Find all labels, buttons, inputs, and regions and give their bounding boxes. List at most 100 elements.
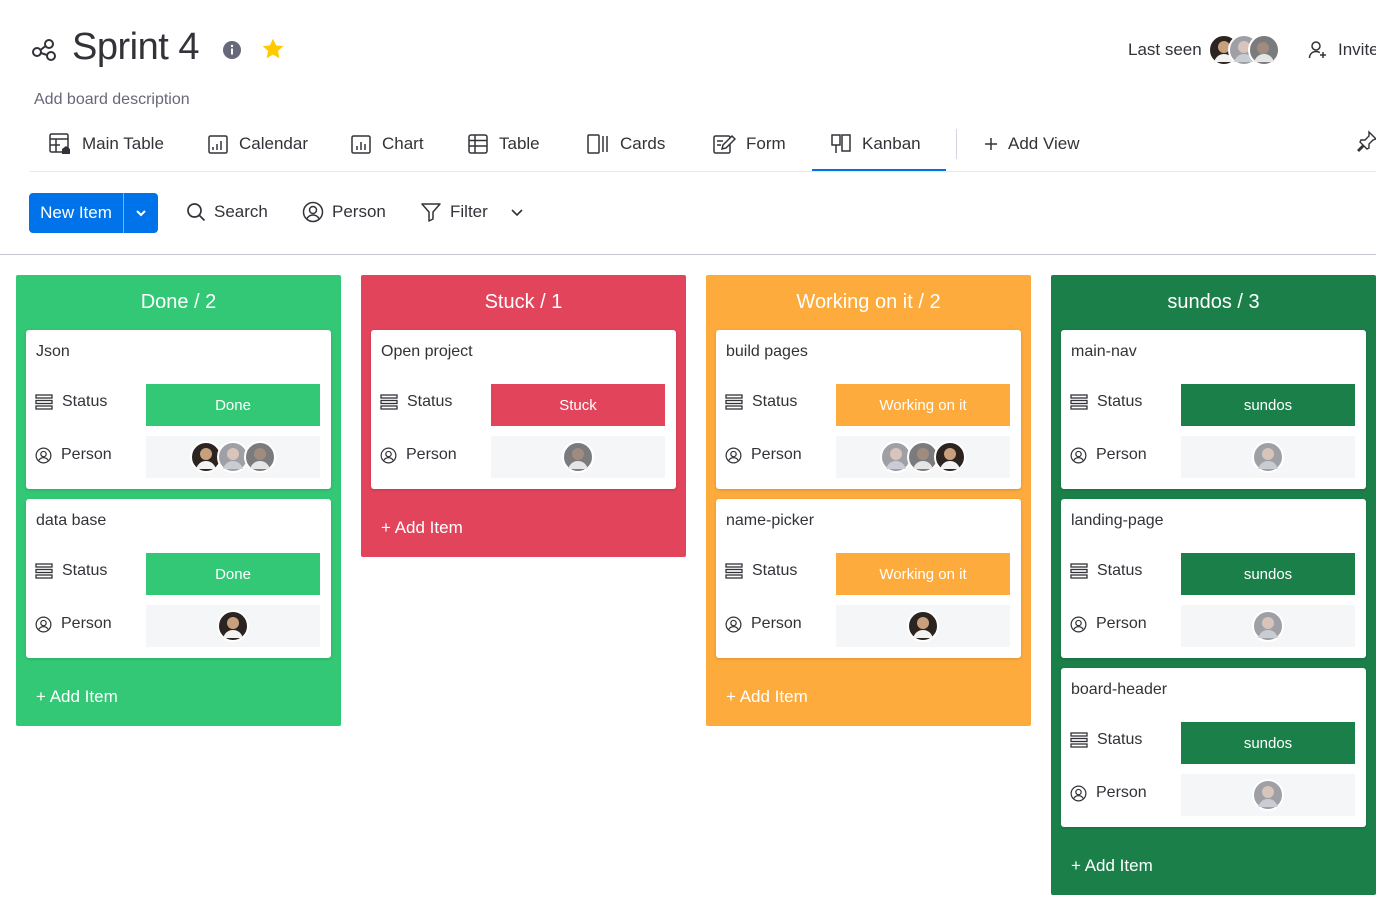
status-column-icon: [1070, 732, 1088, 748]
status-cell[interactable]: Working on it: [836, 384, 1010, 426]
tab-kanban[interactable]: Kanban: [812, 118, 946, 171]
person-label: Person: [1096, 615, 1147, 632]
person-filter-button[interactable]: Person: [302, 200, 386, 224]
add-item-button[interactable]: + Add Item: [361, 499, 686, 557]
form-icon: [713, 134, 736, 154]
person-label: Person: [1096, 446, 1147, 463]
status-label: Status: [752, 562, 798, 579]
card-title[interactable]: name-picker: [726, 512, 814, 530]
avatar: [217, 610, 249, 642]
person-cell[interactable]: [836, 605, 1010, 647]
kanban-card[interactable]: Json Status Done Person: [26, 330, 331, 489]
filter-button[interactable]: Filter: [420, 200, 524, 224]
person-cell[interactable]: [1181, 774, 1355, 816]
person-circle-icon: [1070, 785, 1087, 801]
status-label: Status: [62, 393, 108, 410]
pin-icon[interactable]: [1356, 130, 1376, 152]
status-cell[interactable]: sundos: [1181, 553, 1355, 595]
card-title[interactable]: Json: [36, 343, 70, 361]
kanban-card[interactable]: landing-page Status sundos Person: [1061, 499, 1366, 658]
person-circle-icon: [380, 447, 397, 463]
card-title[interactable]: build pages: [726, 343, 808, 361]
info-icon[interactable]: [222, 40, 242, 60]
share-network-icon[interactable]: [30, 36, 58, 64]
tab-label: Calendar: [239, 134, 308, 153]
status-cell[interactable]: Done: [146, 553, 320, 595]
filter-icon: [421, 203, 441, 222]
board-toolbar: New Item Search Person Filter: [0, 186, 1376, 255]
status-cell[interactable]: sundos: [1181, 384, 1355, 426]
person-cell[interactable]: [146, 436, 320, 478]
filter-label: Filter: [450, 202, 488, 221]
column-title[interactable]: sundos / 3: [1051, 275, 1376, 330]
avatar: [1252, 779, 1284, 811]
last-seen-label: Last seen: [1128, 40, 1202, 59]
person-cell[interactable]: [1181, 605, 1355, 647]
status-cell[interactable]: Done: [146, 384, 320, 426]
main-table-icon: [49, 133, 70, 154]
column-title[interactable]: Stuck / 1: [361, 275, 686, 330]
person-row-label: Person: [35, 446, 112, 464]
status-cell[interactable]: Stuck: [491, 384, 665, 426]
invite-button[interactable]: Invite: [1308, 38, 1376, 62]
tab-label: Add View: [1008, 134, 1080, 153]
card-title[interactable]: main-nav: [1071, 343, 1137, 361]
avatar: [562, 441, 594, 473]
last-seen-avatars[interactable]: [1208, 34, 1284, 66]
add-item-button[interactable]: + Add Item: [706, 668, 1031, 726]
add-item-button[interactable]: + Add Item: [1051, 837, 1376, 895]
tab-form[interactable]: Form: [712, 118, 786, 170]
card-title[interactable]: Open project: [381, 343, 473, 361]
search-button[interactable]: Search: [186, 200, 268, 224]
status-label: Status: [752, 393, 798, 410]
avatar: [1248, 34, 1280, 66]
add-item-button[interactable]: + Add Item: [16, 668, 341, 726]
person-cell[interactable]: [491, 436, 665, 478]
status-label: Status: [62, 562, 108, 579]
status-column-icon: [1070, 563, 1088, 579]
card-title[interactable]: landing-page: [1071, 512, 1164, 530]
tab-main-table[interactable]: Main Table: [48, 118, 164, 170]
new-item-button[interactable]: New Item: [29, 193, 158, 233]
person-cell[interactable]: [1181, 436, 1355, 478]
tab-calendar[interactable]: Calendar: [207, 118, 308, 170]
board-description[interactable]: Add board description: [34, 91, 190, 109]
board-title[interactable]: Sprint 4: [72, 26, 199, 69]
person-label: Person: [332, 202, 386, 221]
status-column-icon: [380, 394, 398, 410]
kanban-card[interactable]: main-nav Status sundos Person: [1061, 330, 1366, 489]
person-row-label: Person: [1070, 615, 1147, 633]
card-title[interactable]: data base: [36, 512, 106, 530]
kanban-card[interactable]: build pages Status Working on it Person: [716, 330, 1021, 489]
tab-table[interactable]: Table: [467, 118, 540, 170]
status-row-label: Status: [35, 393, 107, 411]
new-item-dropdown[interactable]: [124, 193, 158, 233]
chevron-down-icon[interactable]: [510, 205, 524, 219]
status-cell[interactable]: Working on it: [836, 553, 1010, 595]
tab-chart[interactable]: Chart: [350, 118, 424, 170]
person-label: Person: [1096, 784, 1147, 801]
tab-cards[interactable]: Cards: [586, 118, 665, 170]
kanban-card[interactable]: board-header Status sundos Person: [1061, 668, 1366, 827]
kanban-card[interactable]: Open project Status Stuck Person: [371, 330, 676, 489]
column-title[interactable]: Done / 2: [16, 275, 341, 330]
person-circle-icon: [35, 447, 52, 463]
status-cell[interactable]: sundos: [1181, 722, 1355, 764]
person-cell[interactable]: [836, 436, 1010, 478]
calendar-icon: [208, 135, 228, 154]
person-label: Person: [61, 446, 112, 463]
status-column-icon: [1070, 394, 1088, 410]
tab-label: Cards: [620, 134, 666, 153]
kanban-card[interactable]: data base Status Done Person: [26, 499, 331, 658]
new-item-label[interactable]: New Item: [29, 193, 124, 233]
card-title[interactable]: board-header: [1071, 681, 1167, 699]
add-view-button[interactable]: Add View: [984, 118, 1080, 170]
kanban-board: Done / 2 Json Status Done Person data base Sta…: [0, 256, 1376, 920]
column-title[interactable]: Working on it / 2: [706, 275, 1031, 330]
avatar: [934, 441, 966, 473]
person-cell[interactable]: [146, 605, 320, 647]
kanban-card[interactable]: name-picker Status Working on it Person: [716, 499, 1021, 658]
tab-label: Chart: [382, 134, 424, 153]
star-icon[interactable]: [260, 36, 286, 62]
avatar-stack: [217, 610, 249, 642]
